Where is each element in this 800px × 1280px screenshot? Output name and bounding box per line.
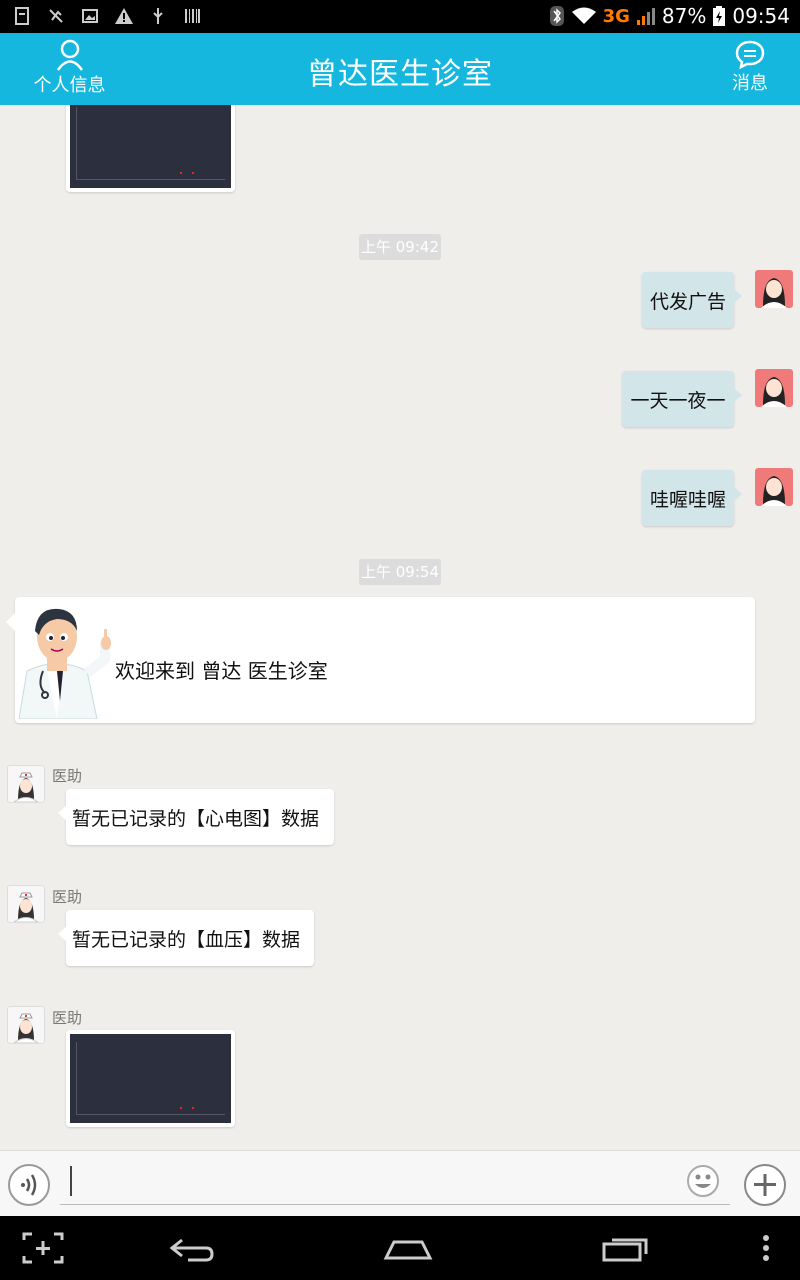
system-icons: 3G 87% 09:54: [549, 4, 790, 28]
image-icon: [82, 9, 98, 23]
nurse-avatar-icon: [13, 892, 39, 922]
my-avatar[interactable]: [755, 270, 793, 308]
input-bar: [0, 1150, 800, 1216]
my-avatar[interactable]: [755, 468, 793, 506]
battery-percent: 87%: [661, 4, 707, 28]
back-icon[interactable]: [168, 1228, 216, 1268]
text-cursor: [70, 1166, 72, 1196]
sender-name: 医助: [52, 1009, 83, 1027]
screenshot-icon[interactable]: [20, 1228, 66, 1268]
status-bar: 3G 87% 09:54: [0, 0, 800, 33]
message-text: 代发广告: [649, 290, 726, 313]
my-avatar[interactable]: [755, 369, 793, 407]
timestamp: 上午 09:54: [359, 559, 441, 585]
assistant-avatar[interactable]: [7, 885, 45, 923]
page-title: 曾达医生诊室: [307, 57, 493, 92]
bluetooth-icon: [549, 6, 564, 26]
plus-icon: [754, 1174, 776, 1196]
female-avatar-icon: [761, 278, 787, 308]
image-message[interactable]: [66, 105, 235, 192]
timestamp: 上午 09:42: [359, 234, 441, 260]
network-type: 3G: [602, 5, 630, 27]
image-message[interactable]: [66, 1030, 235, 1127]
welcome-card[interactable]: 欢迎来到 曾达 医生诊室: [6, 597, 755, 723]
more-button[interactable]: [744, 1164, 786, 1206]
chat-area[interactable]: 上午 09:42 代发广告 一天一夜一 哇喔哇喔 上午 09:54 欢迎来到 曾…: [0, 105, 800, 1150]
my-message-bubble[interactable]: 代发广告: [642, 272, 742, 328]
messages-button[interactable]: 消息: [720, 37, 780, 95]
welcome-text: 欢迎来到 曾达 医生诊室: [115, 659, 328, 683]
system-nav-bar: [0, 1216, 800, 1280]
document-icon: [15, 7, 29, 25]
message-input[interactable]: [60, 1163, 730, 1205]
nurse-avatar-icon: [13, 772, 39, 802]
assistant-avatar[interactable]: [7, 765, 45, 803]
message-text: 暂无已记录的【血压】数据: [72, 928, 301, 951]
nurse-avatar-icon: [13, 1013, 39, 1043]
ecg-chart-thumbnail: [70, 105, 231, 188]
recent-apps-icon[interactable]: [600, 1228, 652, 1268]
assistant-message-bubble[interactable]: 暂无已记录的【血压】数据: [58, 910, 314, 966]
app-header: 个人信息 曾达医生诊室 消息: [0, 33, 800, 105]
message-text: 暂无已记录的【心电图】数据: [72, 807, 320, 830]
female-avatar-icon: [761, 377, 787, 407]
barcode-icon: [185, 9, 200, 23]
notification-icons: [12, 6, 202, 26]
signal-icon: [636, 8, 655, 25]
wifi-icon: [571, 7, 596, 24]
female-avatar-icon: [761, 476, 787, 506]
assistant-message-bubble[interactable]: 暂无已记录的【心电图】数据: [58, 789, 334, 845]
voice-icon: [21, 1174, 37, 1196]
doctor-illustration: [18, 608, 111, 719]
sender-name: 医助: [52, 767, 83, 785]
usb-icon: [153, 8, 163, 24]
emoji-icon[interactable]: [686, 1164, 720, 1198]
my-message-bubble[interactable]: 哇喔哇喔: [642, 470, 742, 526]
messages-label: 消息: [732, 73, 768, 94]
muted-icon: [49, 9, 63, 23]
battery-icon: [713, 6, 726, 26]
message-text: 一天一夜一: [630, 389, 726, 412]
assistant-avatar[interactable]: [7, 1006, 45, 1044]
overflow-menu-icon[interactable]: [756, 1228, 776, 1268]
sender-name: 医助: [52, 888, 83, 906]
clock: 09:54: [732, 4, 790, 28]
home-icon[interactable]: [382, 1228, 434, 1268]
message-text: 哇喔哇喔: [649, 488, 726, 511]
ecg-chart-thumbnail: [70, 1034, 231, 1123]
voice-button[interactable]: [8, 1164, 50, 1206]
warning-icon: [115, 8, 133, 24]
my-message-bubble[interactable]: 一天一夜一: [622, 371, 742, 427]
chat-bubble-icon: [735, 40, 765, 69]
